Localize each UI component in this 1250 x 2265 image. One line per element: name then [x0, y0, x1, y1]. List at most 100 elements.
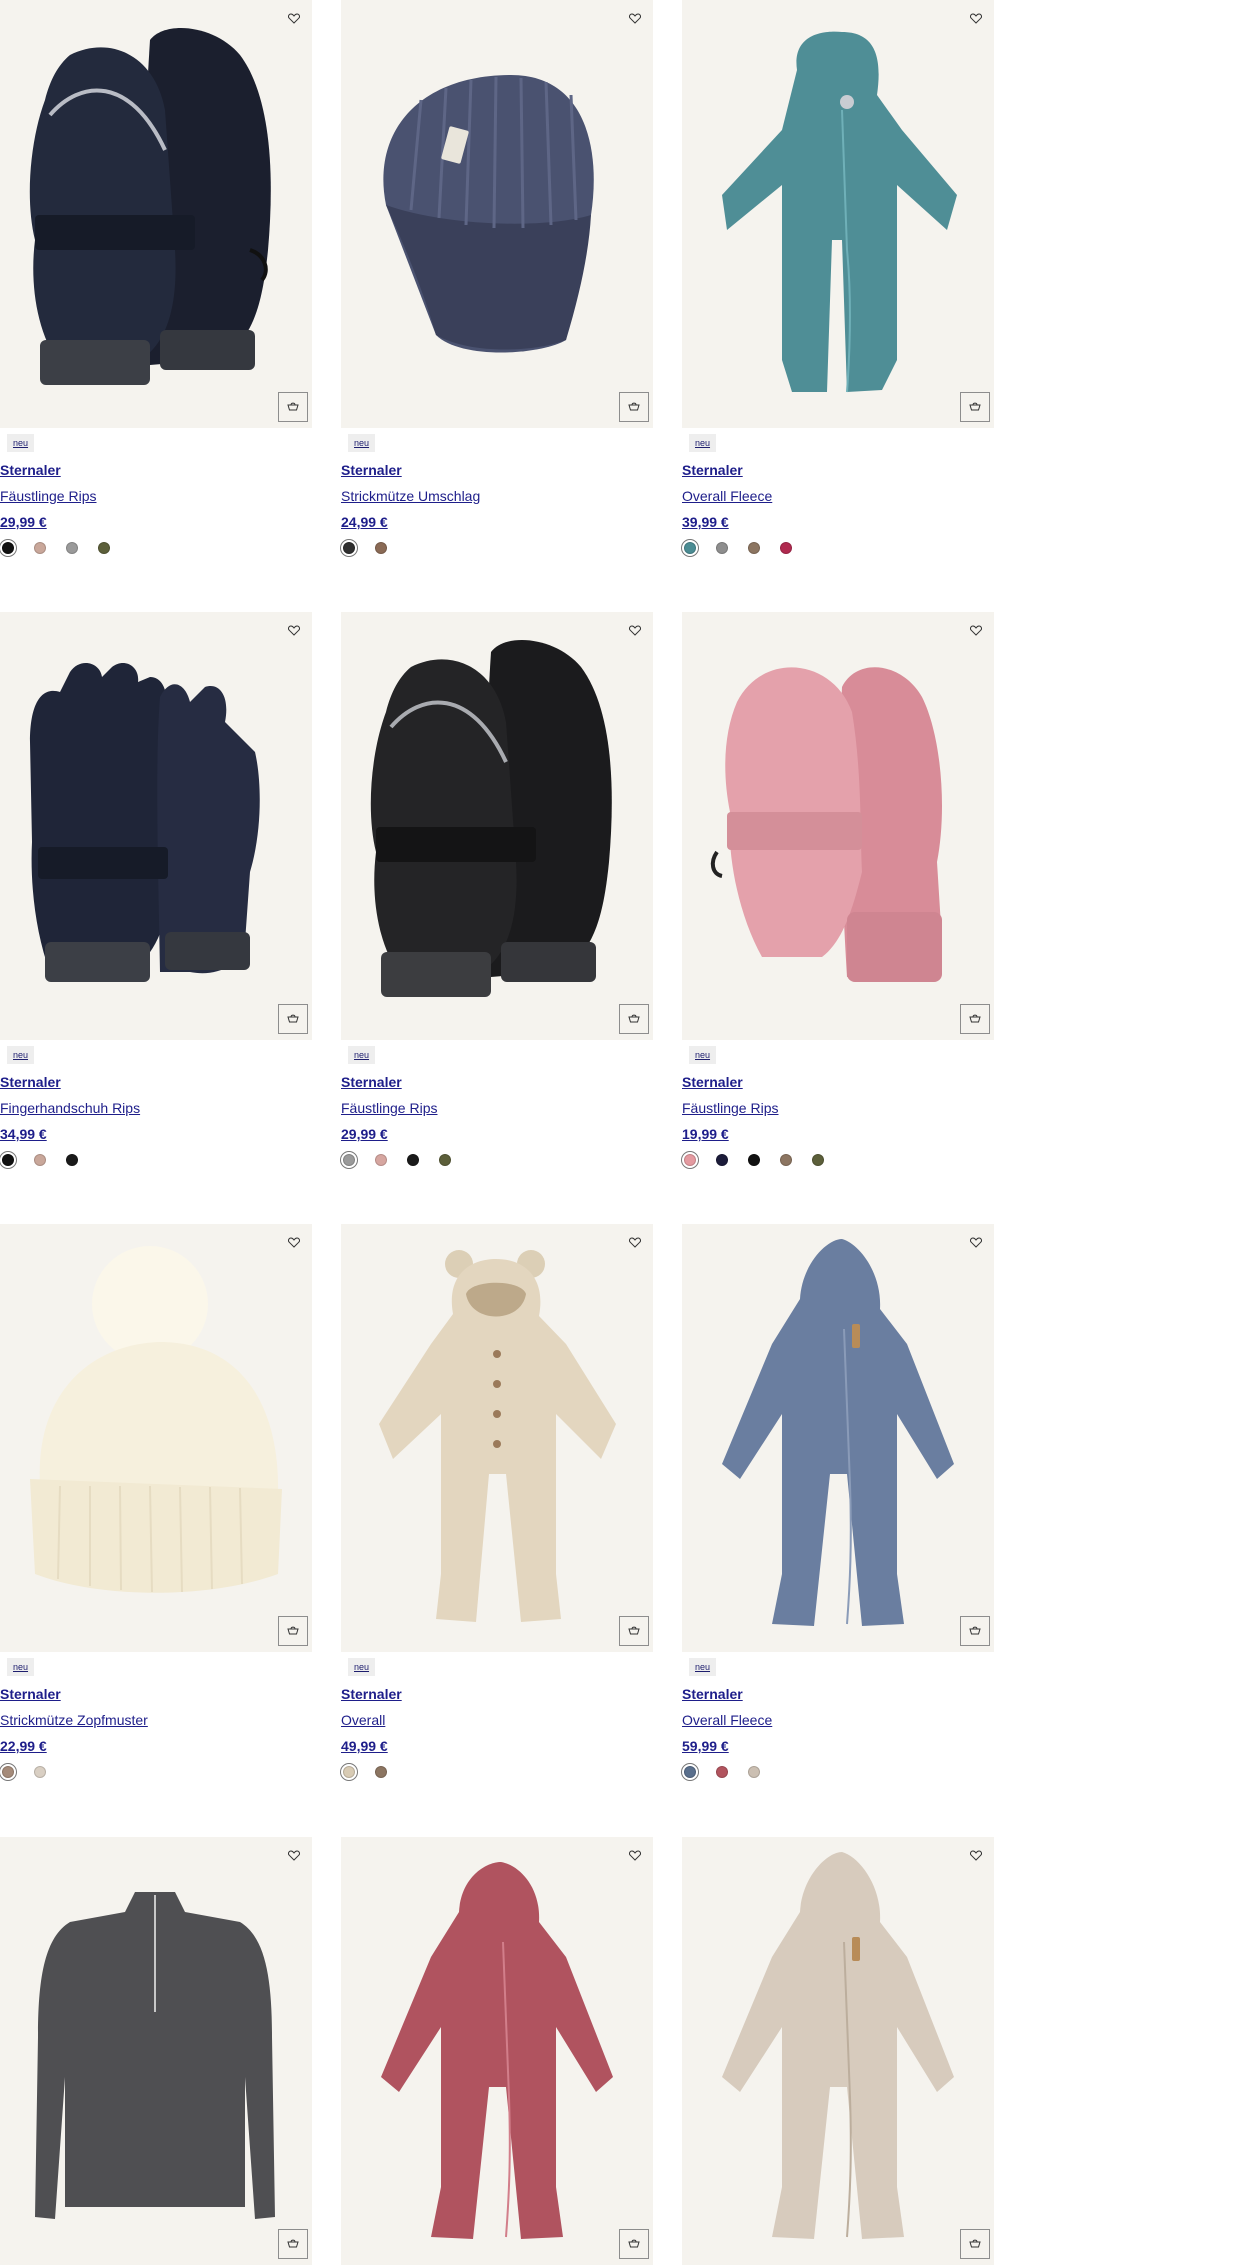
- color-swatches: [340, 539, 387, 557]
- color-swatch[interactable]: [681, 1763, 699, 1781]
- color-swatch[interactable]: [748, 1766, 760, 1778]
- product-image[interactable]: [341, 0, 653, 428]
- price-link[interactable]: 22,99 €: [0, 1738, 47, 1754]
- color-swatches: [340, 1151, 451, 1169]
- brand-link[interactable]: Sternaler: [0, 462, 61, 478]
- add-to-cart-icon[interactable]: [278, 2229, 308, 2259]
- color-swatch[interactable]: [66, 1154, 78, 1166]
- wishlist-heart-icon[interactable]: [286, 1847, 302, 1863]
- color-swatch[interactable]: [375, 542, 387, 554]
- new-badge: neu: [689, 434, 717, 452]
- add-to-cart-icon[interactable]: [960, 392, 990, 422]
- product-name-link[interactable]: Strickmütze Umschlag: [341, 488, 480, 504]
- color-swatch[interactable]: [812, 1154, 824, 1166]
- wishlist-heart-icon[interactable]: [968, 622, 984, 638]
- product-name-link[interactable]: Overall Fleece: [682, 488, 772, 504]
- price-link[interactable]: 59,99 €: [682, 1738, 729, 1754]
- color-swatch[interactable]: [716, 1154, 728, 1166]
- product-image[interactable]: [0, 612, 312, 1040]
- wishlist-heart-icon[interactable]: [627, 1234, 643, 1250]
- brand-link[interactable]: Sternaler: [682, 462, 743, 478]
- brand-link[interactable]: Sternaler: [0, 1686, 61, 1702]
- price-link[interactable]: 19,99 €: [682, 1126, 729, 1142]
- product-image[interactable]: [341, 1837, 653, 2265]
- new-badge: neu: [348, 434, 376, 452]
- color-swatch[interactable]: [439, 1154, 451, 1166]
- add-to-cart-icon[interactable]: [278, 1004, 308, 1034]
- price-link[interactable]: 29,99 €: [341, 1126, 388, 1142]
- overall-beige-image: [379, 1250, 616, 1622]
- wishlist-heart-icon[interactable]: [286, 622, 302, 638]
- color-swatch[interactable]: [407, 1154, 419, 1166]
- product-image[interactable]: [0, 1224, 312, 1652]
- product-name-link[interactable]: Strickmütze Zopfmuster: [0, 1712, 148, 1728]
- color-swatch[interactable]: [66, 542, 78, 554]
- color-swatch[interactable]: [34, 542, 46, 554]
- add-to-cart-icon[interactable]: [619, 392, 649, 422]
- new-badge: neu: [7, 1046, 35, 1064]
- price-link[interactable]: 24,99 €: [341, 514, 388, 530]
- add-to-cart-icon[interactable]: [960, 1004, 990, 1034]
- add-to-cart-icon[interactable]: [960, 2229, 990, 2259]
- price-link[interactable]: 39,99 €: [682, 514, 729, 530]
- color-swatch[interactable]: [780, 542, 792, 554]
- color-swatch[interactable]: [340, 539, 358, 557]
- product-image[interactable]: [682, 0, 994, 428]
- color-swatch[interactable]: [340, 1151, 358, 1169]
- product-image[interactable]: [682, 1224, 994, 1652]
- color-swatch[interactable]: [375, 1154, 387, 1166]
- brand-link[interactable]: Sternaler: [341, 1686, 402, 1702]
- product-name-link[interactable]: Overall Fleece: [682, 1712, 772, 1728]
- product-image[interactable]: [0, 0, 312, 428]
- color-swatch[interactable]: [34, 1154, 46, 1166]
- color-swatch[interactable]: [34, 1766, 46, 1778]
- color-swatch[interactable]: [748, 1154, 760, 1166]
- add-to-cart-icon[interactable]: [619, 2229, 649, 2259]
- product-name-link[interactable]: Fingerhandschuh Rips: [0, 1100, 140, 1116]
- product-image[interactable]: [682, 1837, 994, 2265]
- product-image[interactable]: [341, 612, 653, 1040]
- pompom-cream-image: [30, 1246, 282, 1593]
- add-to-cart-icon[interactable]: [278, 392, 308, 422]
- add-to-cart-icon[interactable]: [278, 1616, 308, 1646]
- color-swatch[interactable]: [0, 1151, 17, 1169]
- brand-link[interactable]: Sternaler: [0, 1074, 61, 1090]
- wishlist-heart-icon[interactable]: [627, 622, 643, 638]
- color-swatch[interactable]: [716, 1766, 728, 1778]
- color-swatch[interactable]: [716, 542, 728, 554]
- brand-link[interactable]: Sternaler: [682, 1686, 743, 1702]
- wishlist-heart-icon[interactable]: [968, 10, 984, 26]
- wishlist-heart-icon[interactable]: [627, 10, 643, 26]
- price-link[interactable]: 29,99 €: [0, 514, 47, 530]
- wishlist-heart-icon[interactable]: [968, 1234, 984, 1250]
- price-link[interactable]: 34,99 €: [0, 1126, 47, 1142]
- color-swatch[interactable]: [0, 539, 17, 557]
- product-name-link[interactable]: Overall: [341, 1712, 385, 1728]
- color-swatch[interactable]: [748, 542, 760, 554]
- add-to-cart-icon[interactable]: [619, 1004, 649, 1034]
- color-swatch[interactable]: [375, 1766, 387, 1778]
- product-image[interactable]: [0, 1837, 312, 2265]
- add-to-cart-icon[interactable]: [960, 1616, 990, 1646]
- product-name-link[interactable]: Fäustlinge Rips: [341, 1100, 438, 1116]
- color-swatch[interactable]: [0, 1763, 17, 1781]
- add-to-cart-icon[interactable]: [619, 1616, 649, 1646]
- brand-link[interactable]: Sternaler: [341, 1074, 402, 1090]
- color-swatch[interactable]: [681, 1151, 699, 1169]
- color-swatch[interactable]: [780, 1154, 792, 1166]
- product-name-link[interactable]: Fäustlinge Rips: [0, 488, 97, 504]
- wishlist-heart-icon[interactable]: [968, 1847, 984, 1863]
- product-image[interactable]: [341, 1224, 653, 1652]
- product-name-link[interactable]: Fäustlinge Rips: [682, 1100, 779, 1116]
- price-link[interactable]: 49,99 €: [341, 1738, 388, 1754]
- wishlist-heart-icon[interactable]: [286, 10, 302, 26]
- wishlist-heart-icon[interactable]: [627, 1847, 643, 1863]
- wishlist-heart-icon[interactable]: [286, 1234, 302, 1250]
- new-badge: neu: [348, 1046, 376, 1064]
- color-swatch[interactable]: [681, 539, 699, 557]
- brand-link[interactable]: Sternaler: [682, 1074, 743, 1090]
- color-swatch[interactable]: [98, 542, 110, 554]
- product-image[interactable]: [682, 612, 994, 1040]
- brand-link[interactable]: Sternaler: [341, 462, 402, 478]
- color-swatch[interactable]: [340, 1763, 358, 1781]
